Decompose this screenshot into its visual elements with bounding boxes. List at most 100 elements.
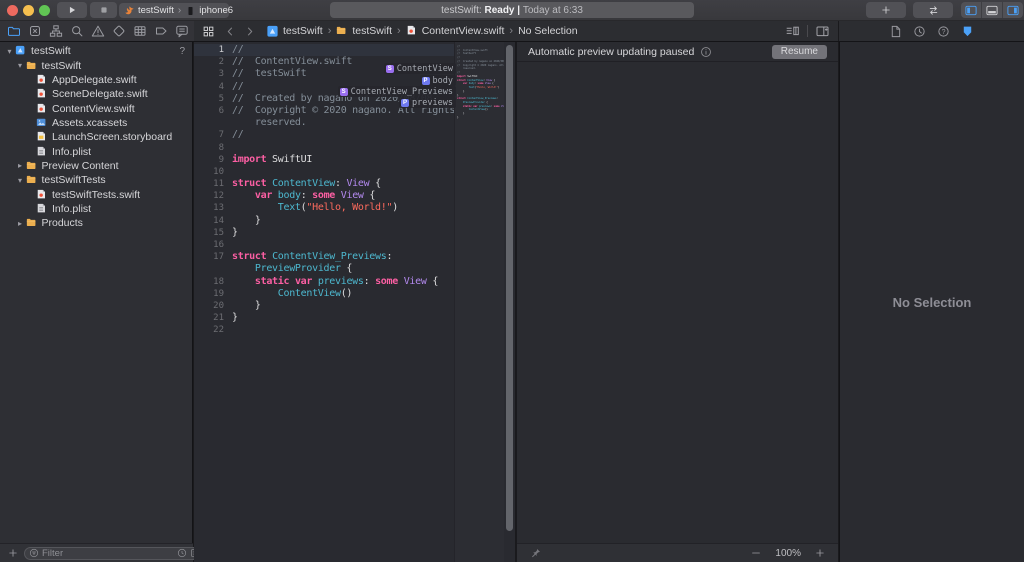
navigator-panel-toggle[interactable] [961,2,981,18]
info-icon[interactable] [700,46,712,58]
stop-button[interactable] [90,2,117,18]
resume-button[interactable]: Resume [772,45,827,59]
jump-bar-right [785,24,830,38]
code-line[interactable]: 7// [194,129,454,141]
disclosure-triangle-icon[interactable]: ▾ [16,176,25,185]
zoom-in-icon[interactable] [814,547,826,559]
go-forward-icon[interactable] [244,25,256,38]
scheme-selector[interactable]: testSwift › iphone6 [119,3,229,18]
code-line[interactable]: 19 ContentView() [194,288,454,300]
code-line[interactable]: 8 [194,142,454,154]
inspector-tab-file-inspector[interactable] [889,25,902,38]
source-editor[interactable]: 1//2// ContentView.swift3// testSwift4//… [194,42,515,562]
code-line[interactable]: 10 [194,166,454,178]
recents-filter-icon[interactable] [177,548,187,558]
navigator-tab-project[interactable] [6,24,21,39]
navigator-tab-source-control[interactable] [27,24,42,39]
tree-row-preview-content[interactable]: ▸Preview Content [0,159,192,173]
code-line[interactable]: 16 [194,239,454,251]
breadcrumb-label: No Selection [518,25,578,37]
breadcrumb-item[interactable]: testSwift [266,25,323,38]
code-line[interactable]: 21} [194,312,454,324]
inspector-tab-bar: ? [839,21,1024,41]
disclosure-triangle-icon[interactable]: ▸ [16,161,25,170]
file-inspector-icon [889,25,902,38]
editor-swap-button[interactable] [913,2,953,18]
navigator-tab-tests[interactable] [111,24,126,39]
tree-row-launchscreen-storyboard[interactable]: LaunchScreen.storyboard [0,130,192,144]
code-line[interactable]: 17struct ContentView_Previews: [194,251,454,263]
inspector-tab-preview-inspector[interactable] [961,25,974,38]
plist-file-icon [36,146,48,158]
tree-row-info-plist[interactable]: Info.plist [0,202,192,216]
zoom-out-icon[interactable] [750,547,762,559]
inspector-tab-history-inspector[interactable] [913,25,926,38]
code-line[interactable]: 12 var body: some View { [194,190,454,202]
scheme-destination[interactable]: iphone6 [199,5,233,16]
editor-options-icon[interactable] [785,24,800,38]
tree-row-products[interactable]: ▸Products [0,216,192,230]
inspector-tab-quick-help-inspector[interactable]: ? [937,25,950,38]
symbols-navigator-icon [49,24,63,38]
tree-row-testswifttests-swift[interactable]: testSwiftTests.swift [0,187,192,201]
code-line[interactable]: PreviewProvider { [194,263,454,275]
navigator-tab-find[interactable] [69,24,84,39]
tree-row-info-plist[interactable]: Info.plist [0,144,192,158]
related-items-icon[interactable] [202,25,215,38]
filter-field[interactable] [24,547,205,560]
swift-file-file-icon [36,74,48,86]
breadcrumb-item[interactable]: ContentView.swift [406,25,505,37]
disclosure-triangle-icon[interactable]: ▾ [16,61,25,70]
add-file-icon[interactable] [7,547,19,559]
navigator-tab-reports[interactable] [174,24,189,39]
zoom-window-button[interactable] [39,5,50,16]
breadcrumb-item[interactable]: testSwift [336,25,392,37]
navigator-tab-breakpoints[interactable] [153,24,168,39]
minimize-window-button[interactable] [23,5,34,16]
tree-row-appdelegate-swift[interactable]: AppDelegate.swift [0,73,192,87]
code-line[interactable]: 15} [194,227,454,239]
quick-help-inspector-icon: ? [937,25,950,38]
run-button[interactable] [57,2,87,18]
minimap-symbol-label: SContentView [384,63,456,74]
panel-right-icon [1006,4,1020,17]
navigator-tab-symbols[interactable] [48,24,63,39]
filter-input[interactable] [42,548,174,559]
symbol-name: body [433,76,453,86]
code-line[interactable]: 1// [194,44,454,56]
code-line[interactable]: 13 Text("Hello, World!") [194,202,454,214]
minimap-line: } [457,116,504,120]
svg-text:?: ? [942,29,946,36]
banner-message: Automatic preview updating paused [528,46,694,58]
navigator-tab-issues[interactable] [90,24,105,39]
code-line[interactable]: 18 static var previews: some View { [194,276,454,288]
tree-row-testswift[interactable]: ▾testSwift [0,58,192,72]
tree-row-testswifttests[interactable]: ▾testSwiftTests [0,173,192,187]
inspector-panel-toggle[interactable] [1002,2,1023,18]
editor-scrollbar[interactable] [506,45,513,531]
tree-row-testswift[interactable]: ▾testSwift? [0,44,192,58]
line-number: 16 [194,239,224,251]
code-line[interactable]: 11struct ContentView: View { [194,178,454,190]
tree-row-contentview-swift[interactable]: ContentView.swift [0,101,192,115]
code-line[interactable]: 9import SwiftUI [194,154,454,166]
code-line[interactable]: 22 [194,324,454,336]
tree-row-scenedelegate-swift[interactable]: SceneDelegate.swift [0,87,192,101]
debug-panel-toggle[interactable] [981,2,1002,18]
tree-row-assets-xcassets[interactable]: Assets.xcassets [0,116,192,130]
disclosure-triangle-icon[interactable]: ▸ [16,219,25,228]
code-line[interactable]: 20 } [194,300,454,312]
navigator-tab-debug[interactable] [132,24,147,39]
tree-item-label: ContentView.swift [52,103,135,115]
disclosure-triangle-icon[interactable]: ▾ [5,47,14,56]
go-back-icon[interactable] [224,25,236,38]
code-line[interactable]: 14 } [194,215,454,227]
scheme-target[interactable]: testSwift [138,5,174,16]
breadcrumb-item[interactable]: No Selection [518,25,578,37]
close-window-button[interactable] [7,5,18,16]
add-editor-icon[interactable] [815,24,830,38]
pin-icon[interactable] [529,547,542,560]
code-line[interactable]: reserved. [194,117,454,129]
library-button[interactable] [866,2,906,18]
minimap[interactable]: //// ContentView.swift// testSwift//// C… [454,42,504,562]
